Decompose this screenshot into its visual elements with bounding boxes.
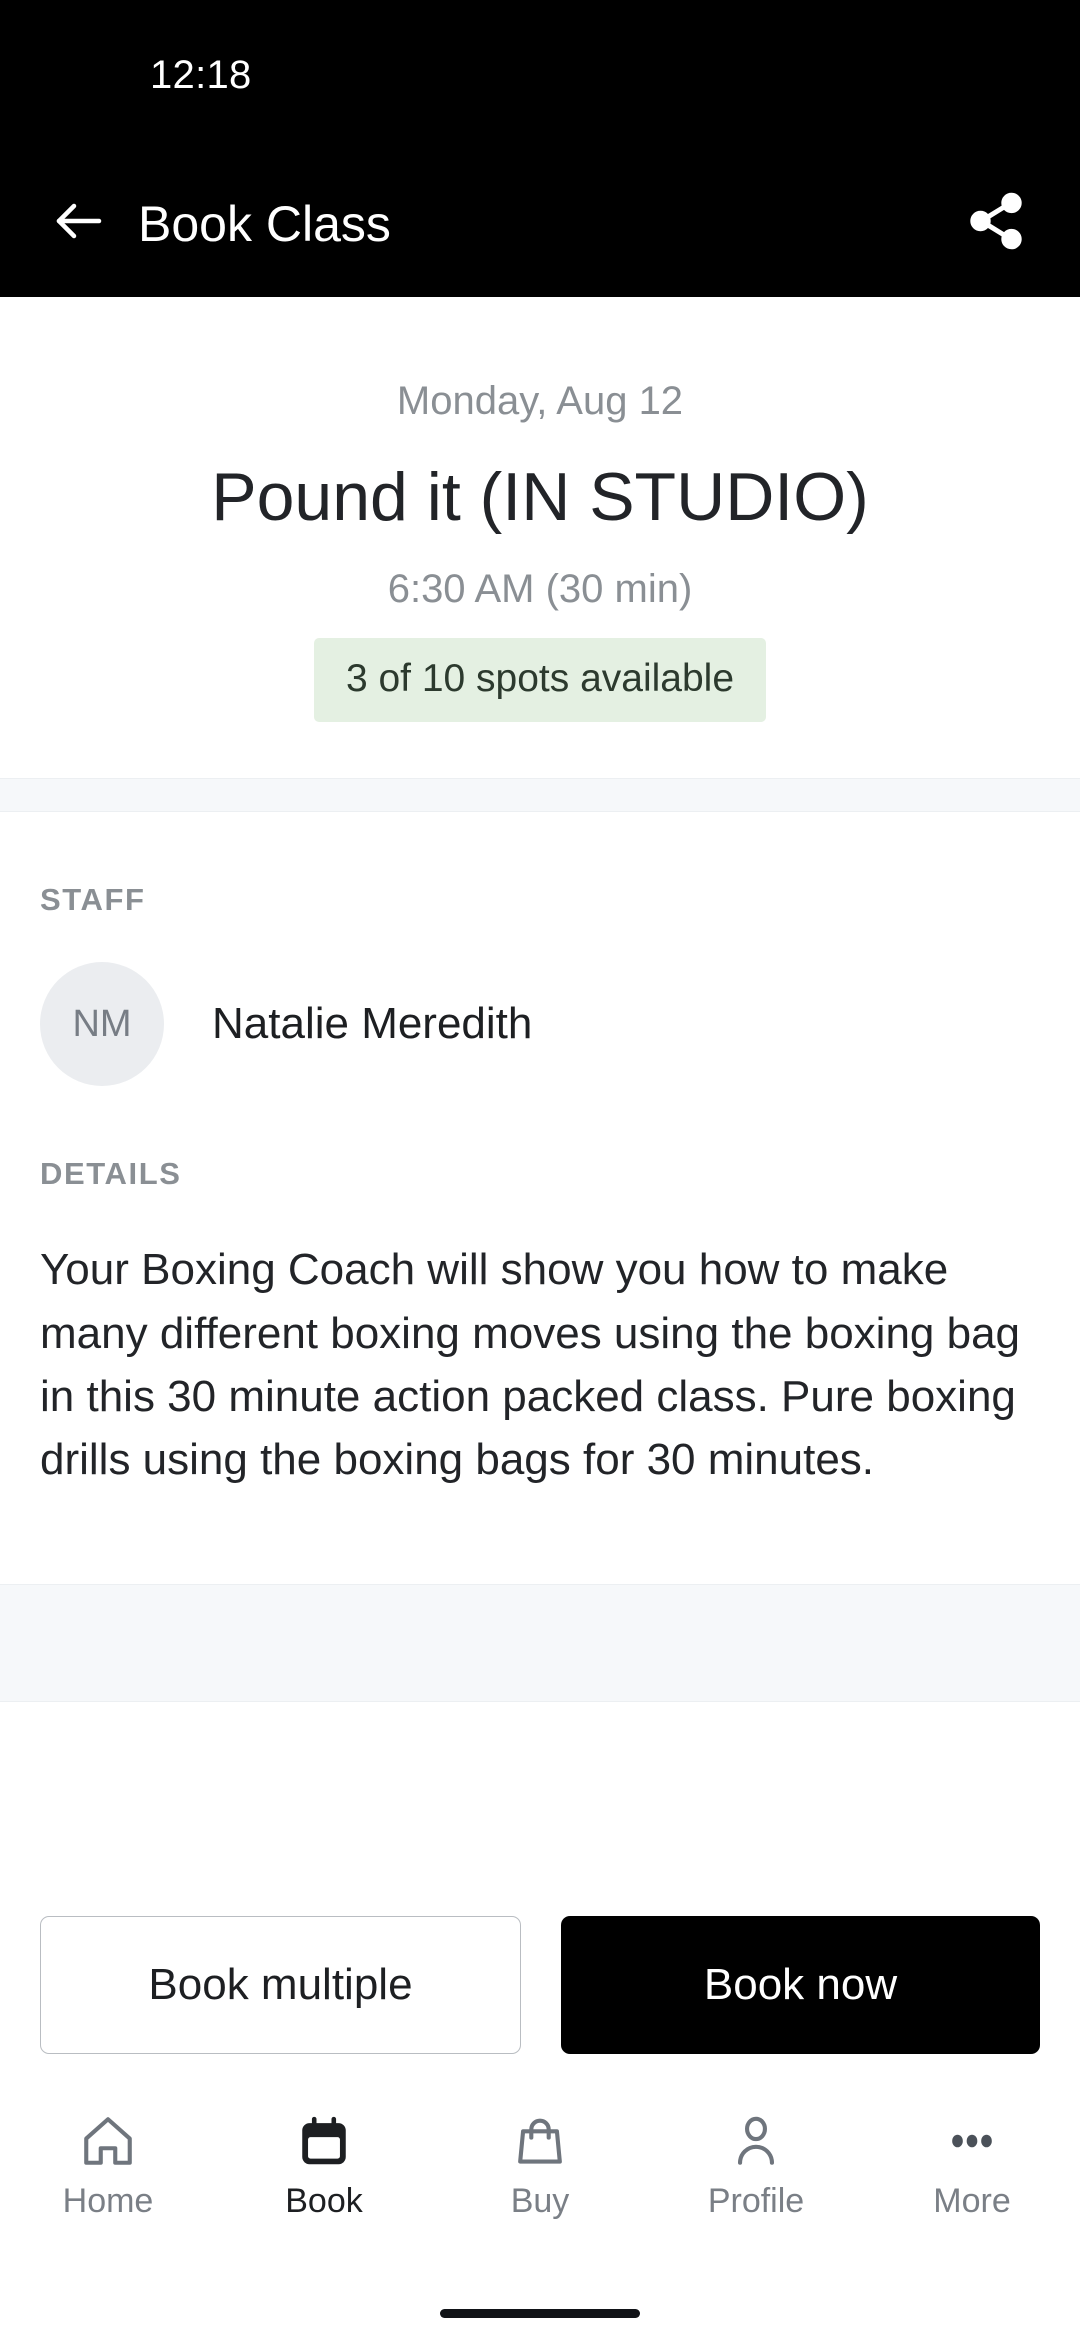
- nav-label-home: Home: [62, 2182, 154, 2220]
- class-hero: Monday, Aug 12 Pound it (IN STUDIO) 6:30…: [0, 297, 1080, 779]
- class-time-duration: 6:30 AM (30 min): [387, 567, 693, 612]
- book-now-button[interactable]: Book now: [561, 1916, 1040, 2054]
- staff-name: Natalie Meredith: [212, 999, 533, 1049]
- back-button[interactable]: [40, 185, 118, 263]
- shopping-bag-icon: [511, 2106, 569, 2170]
- nav-item-buy[interactable]: Buy: [432, 2106, 648, 2218]
- home-indicator[interactable]: [440, 2308, 640, 2318]
- avatar-initials: NM: [72, 1002, 132, 1045]
- share-button[interactable]: [956, 184, 1036, 264]
- action-bar: Book multiple Book now: [0, 1874, 1080, 2090]
- arrow-left-icon: [49, 191, 109, 256]
- book-multiple-button[interactable]: Book multiple: [40, 1916, 521, 2054]
- app-screen: 12:18 Book Class Monday, Aug 12 Pound it…: [0, 0, 1080, 2340]
- nav-item-home[interactable]: Home: [0, 2106, 216, 2218]
- calendar-icon: [295, 2106, 353, 2170]
- class-name: Pound it (IN STUDIO): [211, 459, 869, 535]
- details-section-label: DETAILS: [40, 1156, 182, 1192]
- share-icon: [965, 190, 1027, 257]
- nav-item-more[interactable]: More: [864, 2106, 1080, 2218]
- home-indicator-area: [0, 2286, 1080, 2340]
- nav-label-profile: Profile: [707, 2182, 805, 2220]
- staff-section: STAFF NM Natalie Meredith DETAILS Your B…: [0, 882, 1080, 1492]
- section-divider-band: [0, 778, 1080, 813]
- app-bar: Book Class: [0, 150, 1080, 297]
- ellipsis-icon: [943, 2106, 1001, 2170]
- class-date: Monday, Aug 12: [396, 379, 684, 423]
- bottom-navigation-bar: Home Book Buy Profile More: [0, 2090, 1080, 2286]
- status-bar: 12:18: [0, 0, 1080, 150]
- person-icon: [727, 2106, 785, 2170]
- home-icon: [79, 2106, 137, 2170]
- availability-badge-wrapper: 3 of 10 spots available: [40, 638, 1040, 723]
- nav-item-book[interactable]: Book: [216, 2106, 432, 2218]
- nav-label-buy: Buy: [510, 2182, 570, 2220]
- avatar: NM: [40, 962, 164, 1087]
- content-bottom-band: [0, 1583, 1080, 1702]
- details-description: Your Boxing Coach will show you how to m…: [40, 1245, 1021, 1485]
- page-title: Book Class: [138, 195, 391, 252]
- scroll-content[interactable]: Monday, Aug 12 Pound it (IN STUDIO) 6:30…: [0, 297, 1080, 1874]
- staff-row[interactable]: NM Natalie Meredith: [40, 962, 1040, 1087]
- nav-label-book: Book: [285, 2182, 363, 2220]
- status-bar-clock: 12:18: [150, 52, 252, 97]
- staff-section-label: STAFF: [40, 882, 146, 918]
- nav-item-profile[interactable]: Profile: [648, 2106, 864, 2218]
- availability-status-badge: 3 of 10 spots available: [313, 638, 767, 723]
- nav-label-more: More: [933, 2182, 1011, 2220]
